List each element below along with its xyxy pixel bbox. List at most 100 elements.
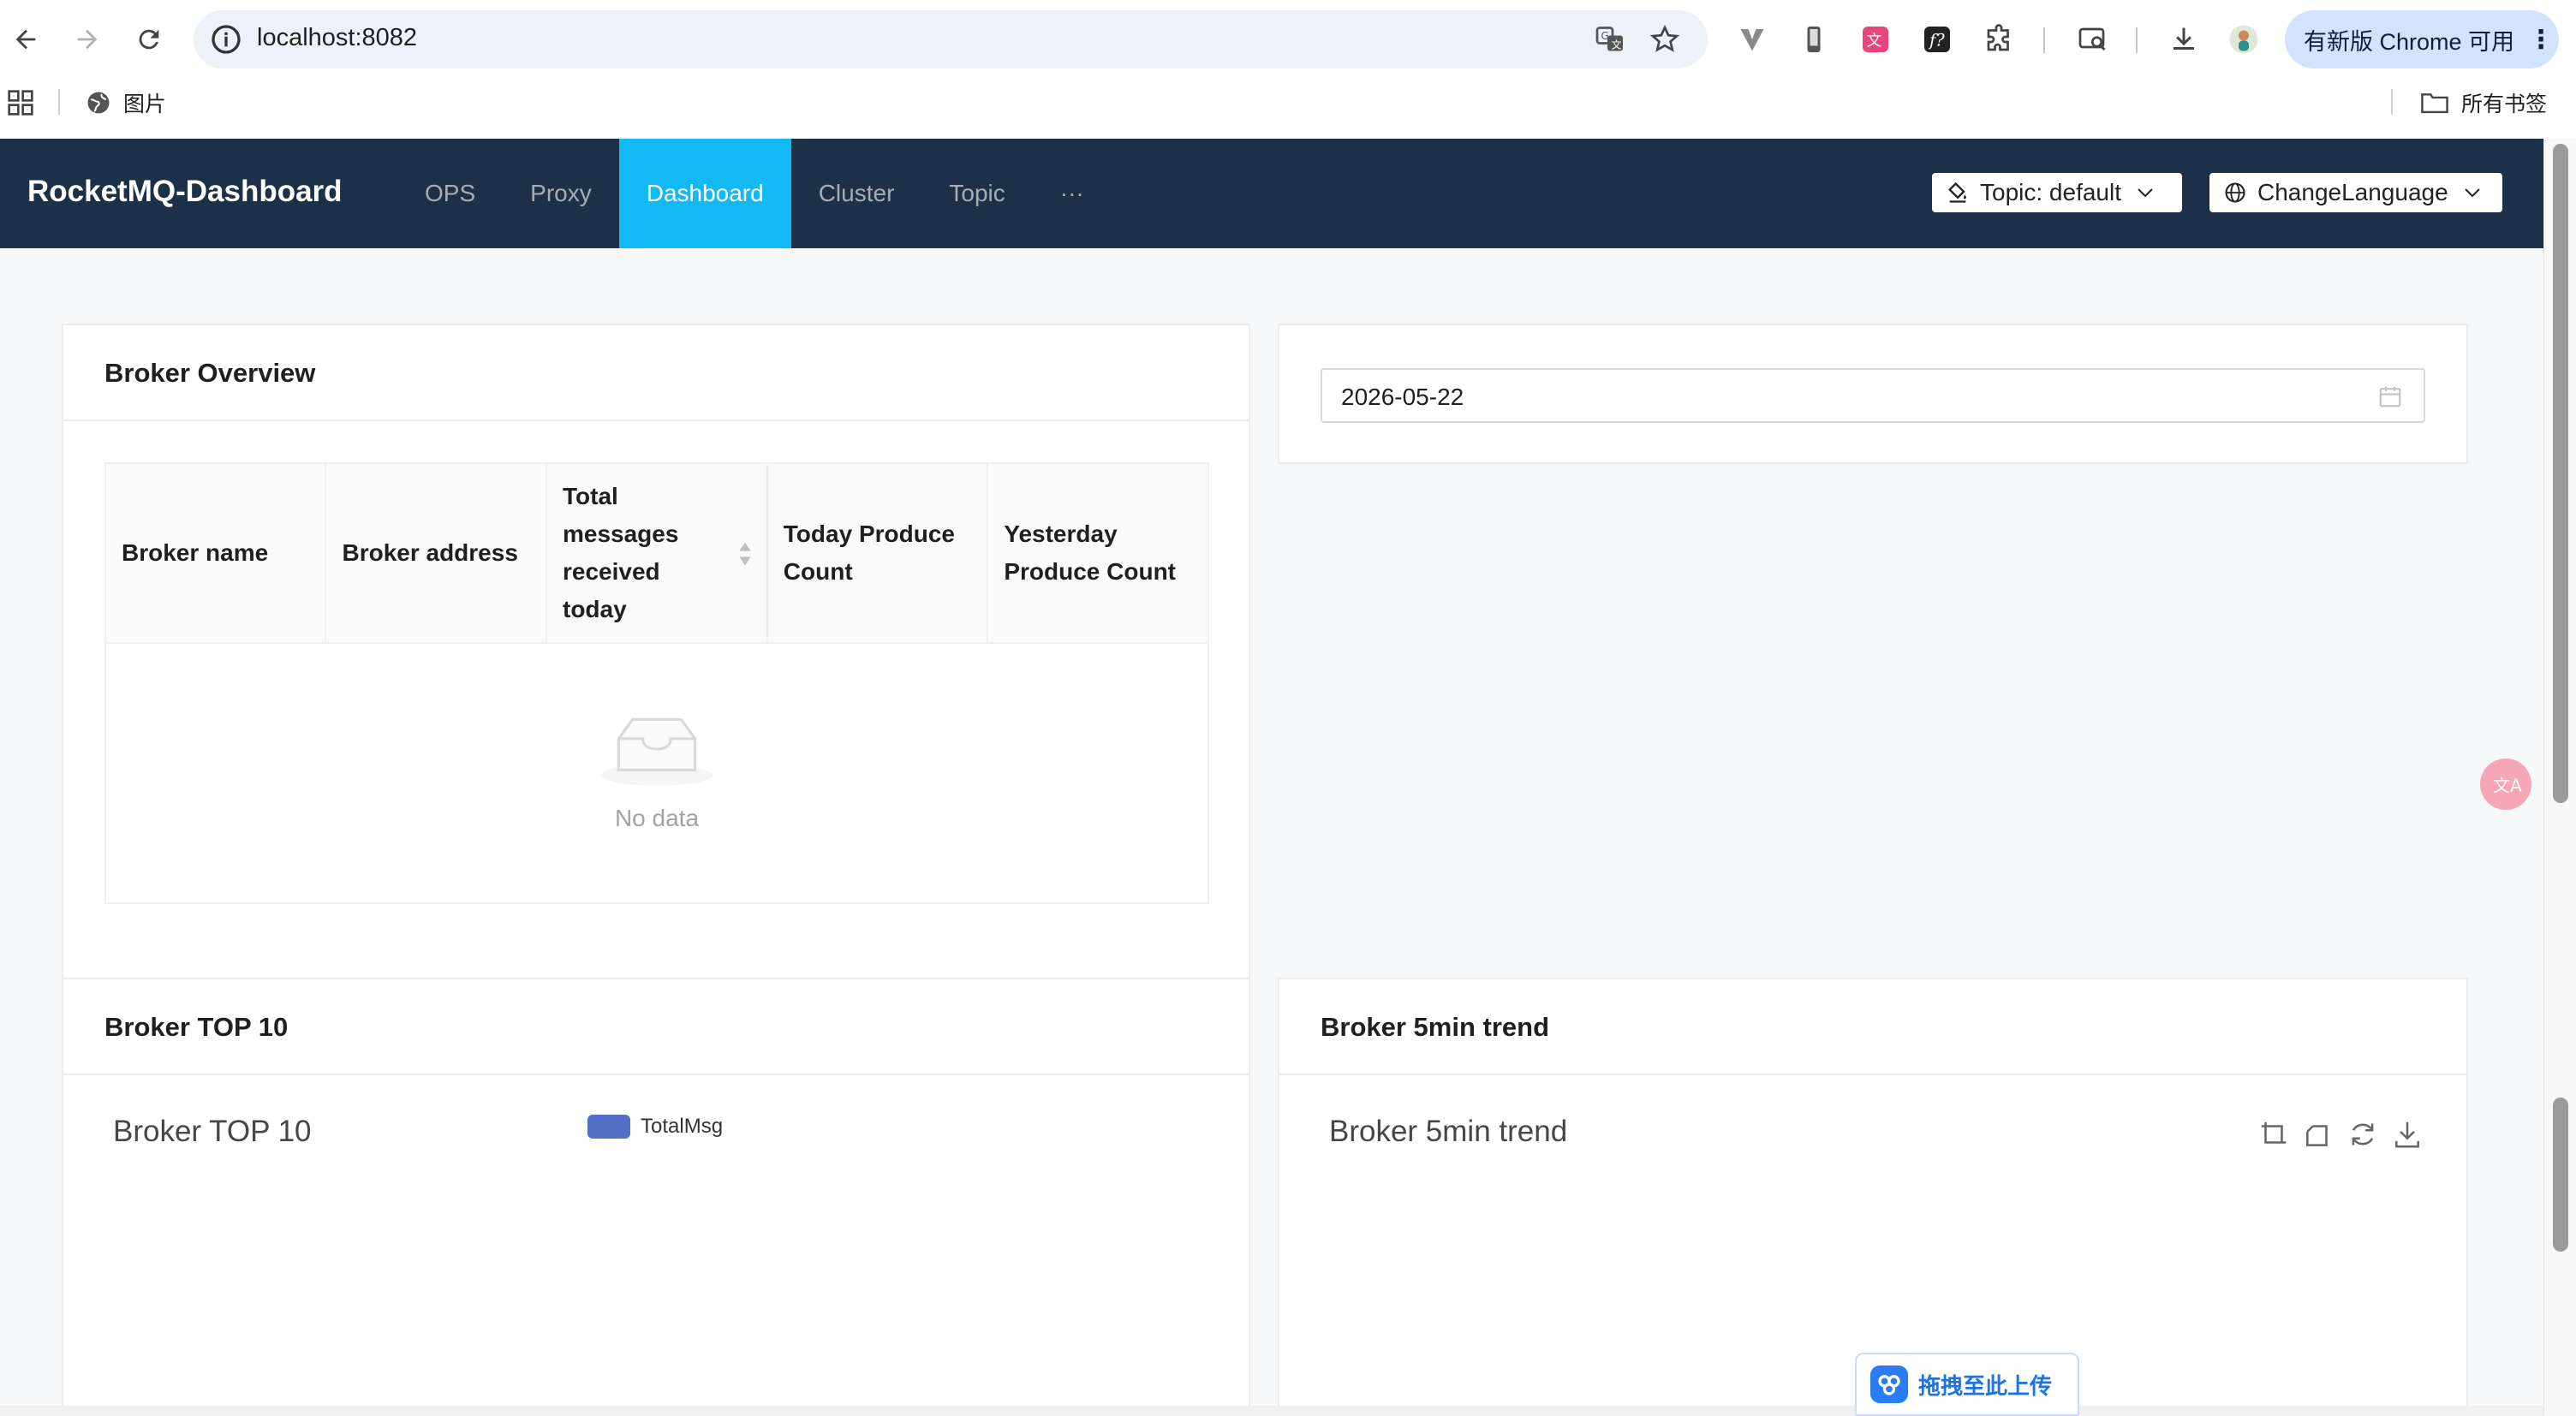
date-picker-card: 2026-05-22 xyxy=(1278,324,2468,464)
empty-row: No data xyxy=(104,642,1209,904)
url-text: localhost:8082 xyxy=(257,24,418,51)
browser-chrome: localhost:8082 G文 文 f? 有新版 Chrome 可用 ⋮ 图… xyxy=(0,0,2576,139)
arrow-left-icon xyxy=(15,29,36,50)
tab-search-icon[interactable] xyxy=(2076,22,2110,57)
broker-overview-table: Broker name Broker address Total message… xyxy=(104,462,1209,904)
chevron-down-icon xyxy=(2138,188,2153,198)
dashboard-content: Broker Overview Broker name Broker addre… xyxy=(0,248,2543,1406)
card-header: Broker 5min trend xyxy=(1279,979,2466,1075)
all-bookmarks-label: 所有书签 xyxy=(2461,92,2548,116)
date-picker[interactable]: 2026-05-22 xyxy=(1321,368,2425,423)
topic-select[interactable]: Topic: default xyxy=(1932,173,2182,212)
site-info-icon[interactable] xyxy=(209,22,243,57)
menu-item-proxy[interactable]: Proxy xyxy=(503,139,619,248)
address-bar[interactable]: localhost:8082 G文 xyxy=(194,10,1708,68)
menu-overflow-button[interactable]: ··· xyxy=(1033,139,1112,248)
arrow-right-icon xyxy=(77,29,98,50)
app-header: RocketMQ-Dashboard OPS Proxy Dashboard C… xyxy=(0,139,2543,248)
column-broker-name: Broker name xyxy=(104,462,327,644)
translate-sparkle-icon: 文A xyxy=(2493,775,2522,795)
chrome-update-button[interactable]: 有新版 Chrome 可用 ⋮ xyxy=(2285,10,2559,68)
app-logo[interactable]: RocketMQ-Dashboard xyxy=(27,175,343,209)
browser-toolbar: localhost:8082 G文 文 f? 有新版 Chrome 可用 ⋮ xyxy=(0,0,2576,79)
svg-text:G: G xyxy=(1601,30,1609,42)
bookmark-images[interactable]: 图片 xyxy=(86,87,166,118)
broker-top10-card-title: Broker TOP 10 xyxy=(104,1012,289,1042)
column-yesterday-produce: Yesterday Produce Count xyxy=(987,462,1209,644)
bookmark-label: 图片 xyxy=(123,92,167,116)
calendar-icon[interactable] xyxy=(2377,384,2403,409)
broker-trend-card-title: Broker 5min trend xyxy=(1321,1012,1550,1042)
star-icon[interactable] xyxy=(1649,24,1680,55)
chart-toolbox xyxy=(2245,1118,2424,1151)
card-header: Broker Overview xyxy=(63,325,1249,421)
forward-button[interactable] xyxy=(65,17,110,62)
update-label: 有新版 Chrome 可用 xyxy=(2304,28,2515,55)
column-today-produce: Today Produce Count xyxy=(766,462,989,644)
all-bookmarks-button[interactable]: 所有书签 xyxy=(2420,87,2547,118)
globe-icon xyxy=(87,92,110,114)
folder-icon xyxy=(2421,93,2448,114)
broker-top10-chart-title: Broker TOP 10 xyxy=(113,1115,312,1148)
menu-item-ops[interactable]: OPS xyxy=(397,139,503,248)
bookmark-separator xyxy=(58,89,60,115)
scrollbar-thumb[interactable] xyxy=(2553,144,2568,803)
language-select-value: ChangeLanguage xyxy=(2257,179,2448,205)
broker-top10-card: Broker TOP 10 Broker TOP 10 TotalMsg xyxy=(62,978,1250,1406)
back-button[interactable] xyxy=(3,17,48,62)
empty-inbox-icon xyxy=(601,717,713,786)
toolbar-separator xyxy=(2043,27,2045,53)
floating-translate-button[interactable]: 文A xyxy=(2480,759,2531,810)
cloud-upload-icon xyxy=(1870,1365,1908,1403)
broker-trend-chart-title: Broker 5min trend xyxy=(1329,1115,1568,1148)
profile-avatar[interactable] xyxy=(2227,22,2261,57)
menu-item-cluster[interactable]: Cluster xyxy=(791,139,922,248)
broker-overview-title: Broker Overview xyxy=(104,358,316,388)
scrollbar-thumb-secondary[interactable] xyxy=(2553,1098,2568,1252)
card-header: Broker TOP 10 xyxy=(63,979,1249,1075)
save-image-icon[interactable] xyxy=(2391,1118,2424,1151)
legend-swatch xyxy=(587,1115,630,1139)
zoom-reset-icon[interactable] xyxy=(2302,1118,2334,1151)
legend-label: TotalMsg xyxy=(641,1115,724,1138)
svg-text:文: 文 xyxy=(1867,33,1882,51)
language-select[interactable]: ChangeLanguage xyxy=(2209,173,2502,212)
svg-text:f?: f? xyxy=(1928,31,1945,51)
translate-icon[interactable]: G文 xyxy=(1595,24,1625,55)
menu-item-dashboard[interactable]: Dashboard xyxy=(618,139,791,248)
empty-box xyxy=(106,714,1208,786)
extensions-puzzle-icon[interactable] xyxy=(1982,22,2016,57)
menu-dots-icon[interactable]: ⋮ xyxy=(2528,25,2554,55)
date-value: 2026-05-22 xyxy=(1341,384,1464,410)
drag-upload-button[interactable]: 拖拽至此上传 xyxy=(1855,1353,2079,1416)
svg-text:文: 文 xyxy=(1612,39,1622,51)
broker-overview-card: Broker Overview Broker name Broker addre… xyxy=(62,324,1250,1020)
bookmarks-bar: 图片 所有书签 xyxy=(0,79,2576,139)
menu-item-topic[interactable]: Topic xyxy=(921,139,1032,248)
zoom-icon[interactable] xyxy=(2257,1118,2290,1151)
paint-bucket-icon xyxy=(1948,181,1966,203)
bookmark-separator xyxy=(2391,89,2393,115)
topic-select-value: Topic: default xyxy=(1980,179,2121,205)
download-icon[interactable] xyxy=(2167,22,2201,57)
globe-icon xyxy=(2225,182,2245,203)
extension-formula-icon[interactable]: f? xyxy=(1920,22,1954,57)
extension-translate-icon[interactable]: 文 xyxy=(1858,22,1893,57)
extension-phone-icon[interactable] xyxy=(1797,22,1831,57)
reload-button[interactable] xyxy=(127,17,171,62)
column-total-messages[interactable]: Total messages received today xyxy=(546,462,768,644)
empty-text: No data xyxy=(614,805,700,831)
svg-text:文A: 文A xyxy=(2493,775,2522,795)
column-total-messages-label: Total messages received today xyxy=(563,483,679,622)
chevron-down-icon xyxy=(2464,188,2480,198)
column-broker-address: Broker address xyxy=(325,462,547,644)
sort-icon[interactable] xyxy=(737,541,753,567)
empty-state: No data xyxy=(104,642,1209,904)
extension-v-icon[interactable] xyxy=(1735,22,1769,57)
apps-grid-icon[interactable] xyxy=(7,89,34,116)
chart-legend[interactable]: TotalMsg xyxy=(587,1115,723,1139)
page-scrollbar[interactable] xyxy=(2543,139,2576,1416)
restore-icon[interactable] xyxy=(2346,1118,2379,1151)
reload-icon xyxy=(139,29,159,50)
toolbar-separator xyxy=(2136,27,2138,53)
